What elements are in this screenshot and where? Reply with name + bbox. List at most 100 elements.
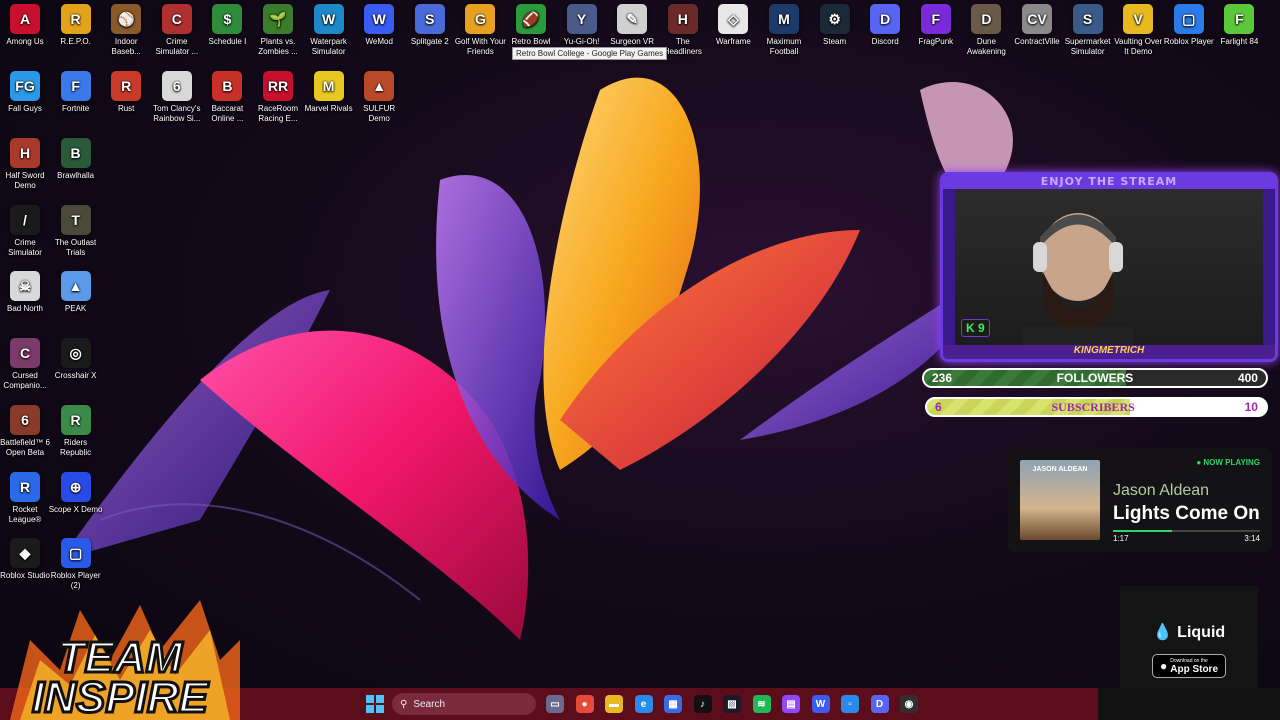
followers-goal-bar: 236 FOLLOWERS 400 — [922, 368, 1268, 388]
scope-x-icon: ⊕ — [60, 471, 91, 502]
desktop-shortcut[interactable]: H Half Sword Demo — [0, 134, 52, 191]
file-explorer-icon[interactable]: ▬ — [605, 695, 623, 713]
windows-start-icon[interactable] — [366, 695, 384, 713]
wemod-taskbar-icon[interactable]: W — [811, 695, 830, 713]
marvel-rivals-icon: M — [313, 71, 344, 101]
desktop-shortcut[interactable]: R Rust — [99, 67, 153, 114]
desktop-shortcut-label: Retro Bowl — [511, 37, 551, 46]
desktop-shortcut[interactable]: B Baccarat Online ... — [200, 67, 254, 124]
desktop-shortcut[interactable]: D Discord — [858, 0, 912, 47]
streamer-name: KINGMETRICH — [943, 345, 1275, 359]
desktop-shortcut[interactable]: ▲ PEAK — [49, 267, 103, 314]
desktop-shortcut-label: SULFUR Demo — [363, 104, 396, 123]
desktop-shortcut[interactable]: 🌱 Plants vs. Zombies ... — [251, 0, 305, 57]
desktop-shortcut[interactable]: R Rocket League® — [0, 468, 52, 525]
crime-simulator-icon: C — [161, 4, 192, 34]
desktop-shortcut[interactable]: F FragPunk — [909, 0, 963, 47]
store-icon[interactable]: ▦ — [664, 695, 682, 713]
desktop-shortcut[interactable]: ⚙ Steam — [808, 0, 862, 47]
liquid-brand: 💧 Liquid — [1152, 624, 1226, 641]
track-total-time: 3:14 — [1244, 534, 1260, 543]
desktop-shortcut[interactable]: D Dune Awakening — [959, 0, 1013, 57]
edge-icon[interactable]: e — [634, 695, 653, 713]
desktop-shortcut-label: Scope X Demo — [48, 504, 103, 514]
desktop-shortcut[interactable]: F Fortnite — [49, 67, 103, 114]
desktop-shortcut[interactable]: ▢ Roblox Player (2) — [49, 534, 103, 591]
desktop-shortcut[interactable]: B Brawlhalla — [49, 134, 103, 181]
taskbar-search[interactable]: ⚲ Search — [392, 693, 536, 715]
album-art-text: JASON ALDEAN — [1032, 466, 1088, 473]
schedule-i-icon: $ — [212, 4, 243, 34]
album-art: JASON ALDEAN — [1020, 460, 1100, 540]
app-store-badge[interactable]: ● Download on the App Store — [1152, 654, 1226, 678]
task-view-icon[interactable]: ▭ — [546, 695, 564, 713]
desktop-shortcut[interactable]: V Vaulting Over It Demo — [1111, 0, 1165, 57]
repo-icon: R — [60, 4, 91, 34]
desktop-shortcut[interactable]: RR RaceRoom Racing E... — [251, 67, 305, 124]
splitgate-icon: S — [414, 4, 445, 34]
notepad-icon[interactable]: ▫ — [841, 695, 859, 713]
track-title: Lights Come On — [1113, 503, 1260, 524]
desktop-shortcut[interactable]: W WeMod — [352, 0, 406, 47]
desktop-shortcut[interactable]: G Golf With Your Friends — [453, 0, 507, 57]
desktop-shortcut[interactable]: 6 Battlefield™ 6 Open Beta — [0, 401, 52, 458]
desktop-shortcut[interactable]: T The Outlast Trials — [49, 201, 103, 258]
tiktok-icon[interactable]: ♪ — [693, 695, 712, 713]
track-current-time: 1:17 — [1113, 534, 1129, 543]
desktop-shortcut[interactable]: F Farlight 84 — [1212, 0, 1266, 47]
raceroom-icon: RR — [263, 71, 293, 101]
spotify-icon[interactable]: ≋ — [752, 695, 771, 713]
desktop-shortcut[interactable]: ◆ Roblox Studio — [0, 534, 52, 581]
desktop-shortcut[interactable]: S Supermarket Simulator — [1061, 0, 1115, 57]
desktop-shortcut[interactable]: C Crime Simulator ... — [150, 0, 204, 57]
sulfur-icon: ▲ — [364, 71, 395, 101]
farlight-icon: F — [1224, 4, 1255, 34]
desktop-shortcut-label: Baccarat Online ... — [211, 104, 244, 123]
desktop-shortcut[interactable]: 🏈 Retro Bowl — [504, 0, 558, 47]
chrome-icon[interactable]: ● — [575, 695, 594, 713]
desktop-shortcut[interactable]: CV ContractVille — [1010, 0, 1064, 47]
desktop-shortcut[interactable]: ⚾ Indoor Baseb... — [99, 0, 153, 57]
desktop-shortcut-label: Warframe — [715, 37, 751, 46]
desktop-shortcut[interactable]: ✎ Surgeon VR — [605, 0, 659, 47]
desktop-shortcut[interactable]: ▢ Roblox Player — [1162, 0, 1216, 47]
desktop-shortcut[interactable]: W Waterpark Simulator — [302, 0, 356, 57]
desktop-shortcut-label: Farlight 84 — [1220, 37, 1259, 46]
desktop-shortcut[interactable]: R R.E.P.O. — [49, 0, 103, 47]
desktop-shortcut[interactable]: M Marvel Rivals — [302, 67, 356, 114]
discord-taskbar-icon[interactable]: D — [870, 695, 889, 713]
desktop-shortcut[interactable]: S Splitgate 2 — [403, 0, 457, 47]
followers-title: FOLLOWERS — [1056, 371, 1134, 385]
track-artist: Jason Aldean — [1113, 482, 1210, 499]
capcut-icon[interactable]: ▨ — [723, 695, 741, 713]
desktop-shortcut[interactable]: ⊕ Scope X Demo — [49, 468, 103, 515]
desktop-shortcut[interactable]: ▲ SULFUR Demo — [352, 67, 406, 124]
desktop-shortcut-label: Splitgate 2 — [410, 37, 449, 46]
desktop-shortcut-label: Bad North — [6, 304, 44, 314]
fortnite-icon: F — [60, 71, 91, 101]
twitch-icon[interactable]: ▤ — [782, 695, 800, 713]
followers-current: 236 — [932, 371, 953, 385]
baseball-icon: ⚾ — [111, 4, 142, 34]
desktop-shortcut-label: The Outlast Trials — [54, 237, 97, 257]
desktop-shortcut[interactable]: FG Fall Guys — [0, 67, 52, 114]
crime-simulator2-icon: / — [10, 204, 40, 235]
desktop-shortcut[interactable]: M Maximum Football — [757, 0, 811, 57]
search-icon: ⚲ — [400, 698, 408, 710]
desktop-shortcut[interactable]: ◎ Crosshair X — [49, 334, 103, 381]
desktop-shortcut[interactable]: Y Yu-Gi-Oh! — [555, 0, 609, 47]
desktop-shortcut-label: WeMod — [365, 37, 393, 46]
desktop-shortcut[interactable]: C Cursed Companio... — [0, 334, 52, 391]
desktop-shortcut[interactable]: 6 Tom Clancy's Rainbow Si... — [150, 67, 204, 124]
followers-target: 400 — [1237, 371, 1258, 385]
desktop-shortcut[interactable]: R Riders Republic — [49, 401, 103, 458]
desktop-shortcut[interactable]: A Among Us — [0, 0, 52, 47]
desktop-shortcut[interactable]: ◇ Warframe — [706, 0, 760, 47]
golf-icon: G — [465, 4, 496, 34]
obs-icon[interactable]: ◉ — [900, 695, 918, 713]
desktop-shortcut-label: FragPunk — [918, 37, 954, 46]
desktop-shortcut[interactable]: ☠ Bad North — [0, 267, 52, 314]
half-sword-icon: H — [10, 138, 40, 168]
desktop-shortcut[interactable]: / Crime Simulator — [0, 201, 52, 258]
desktop-shortcut[interactable]: $ Schedule I — [200, 0, 254, 47]
